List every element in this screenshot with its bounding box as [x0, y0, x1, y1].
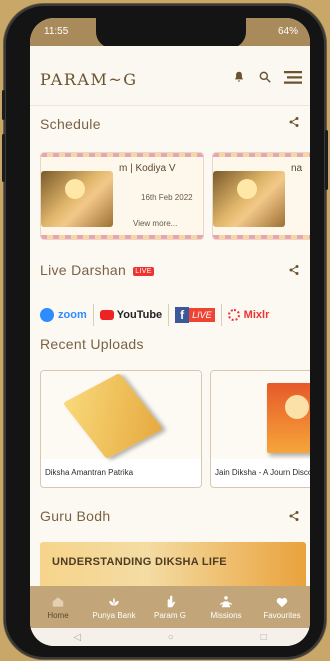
recents-icon[interactable]: □	[261, 632, 267, 643]
recent-uploads-title: Recent Uploads	[40, 336, 144, 352]
nav-label: Missions	[210, 610, 242, 620]
share-icon[interactable]	[288, 264, 300, 276]
search-icon[interactable]	[258, 70, 272, 84]
event-thumbnail	[213, 171, 285, 227]
upload-card[interactable]: Jain Diksha - A Journ Discovery	[210, 370, 310, 488]
event-title: na	[291, 163, 303, 174]
bell-icon[interactable]	[232, 70, 246, 84]
nav-param-g[interactable]: Param G	[142, 586, 198, 628]
heart-icon	[276, 597, 288, 607]
status-battery: 64%	[277, 26, 298, 37]
share-icon[interactable]	[288, 116, 300, 128]
youtube-link[interactable]: YouTube	[94, 304, 170, 326]
play-icon	[99, 310, 114, 320]
app-logo[interactable]: PARAM~G	[40, 70, 138, 89]
nav-favourites[interactable]: Favourites	[254, 586, 310, 628]
nav-label: Punya Bank	[92, 610, 136, 620]
live-darshan-label: Live Darshan	[40, 262, 127, 278]
book-cover-image	[41, 371, 201, 460]
guru-bodh-title: Guru Bodh	[40, 508, 111, 524]
hand-icon	[167, 595, 176, 607]
book-cover-image	[211, 371, 310, 459]
schedule-card[interactable]: m | Kodiya V 16th Feb 2022 View more...	[40, 152, 204, 240]
guru-bodh-banner[interactable]: UNDERSTANDING DIKSHA LIFE	[40, 542, 306, 590]
facebook-live-label: LIVE	[189, 308, 215, 322]
bottom-navigation: Home Punya Bank Param G Missions Favouri…	[30, 586, 310, 628]
facebook-link[interactable]: f LIVE	[169, 304, 222, 326]
zoom-link[interactable]: zoom	[30, 304, 94, 326]
home-circle-icon[interactable]: ○	[168, 632, 174, 643]
upload-title: Diksha Amantran Patrika	[45, 468, 134, 477]
nav-label: Favourites	[263, 610, 301, 620]
home-content: Schedule m | Kodiya V 16th Feb 2022 View…	[30, 106, 310, 590]
home-icon	[52, 596, 64, 607]
live-darshan-title: Live Darshan LIVE	[40, 262, 154, 278]
upload-card[interactable]: Diksha Amantran Patrika	[40, 370, 202, 488]
event-thumbnail	[41, 171, 113, 227]
share-icon[interactable]	[288, 510, 300, 522]
mixlr-link[interactable]: Mixlr	[222, 304, 276, 326]
volume-button	[2, 90, 5, 120]
meditation-icon	[219, 595, 233, 607]
event-title: m | Kodiya V	[119, 163, 176, 174]
event-date: 16th Feb 2022	[141, 193, 193, 202]
app-screen: 11:55 64% PARAM~G Schedule m | Kodiya V …	[30, 18, 310, 646]
status-time: 11:55	[44, 26, 69, 37]
facebook-icon: f	[175, 307, 190, 323]
nav-home[interactable]: Home	[30, 586, 86, 628]
app-header: PARAM~G	[30, 46, 310, 106]
camera-notch	[96, 18, 246, 48]
mixlr-label: Mixlr	[243, 309, 270, 321]
power-button	[325, 130, 328, 190]
system-navigation: ◁ ○ □	[30, 628, 310, 646]
schedule-card[interactable]: na	[212, 152, 310, 240]
nav-label: Param G	[153, 610, 186, 620]
live-platforms: zoom YouTube f LIVE Mixlr	[30, 302, 310, 328]
volume-button	[2, 134, 5, 182]
lotus-icon	[109, 596, 119, 605]
uploads-carousel[interactable]: Diksha Amantran Patrika Jain Diksha - A …	[40, 370, 310, 488]
schedule-carousel[interactable]: m | Kodiya V 16th Feb 2022 View more... …	[40, 152, 310, 240]
nav-punya-bank[interactable]: Punya Bank	[86, 586, 142, 628]
banner-text: UNDERSTANDING DIKSHA LIFE	[52, 556, 227, 568]
view-more-link[interactable]: View more...	[133, 219, 177, 228]
upload-title: Jain Diksha - A Journ Discovery	[215, 468, 310, 477]
schedule-title: Schedule	[40, 116, 101, 132]
youtube-label: YouTube	[116, 309, 163, 321]
camera-icon	[40, 308, 54, 322]
live-badge: LIVE	[133, 267, 154, 276]
menu-icon[interactable]	[284, 70, 302, 84]
nav-label: Home	[47, 610, 69, 620]
zoom-label: zoom	[58, 309, 87, 321]
mixlr-icon	[227, 309, 240, 321]
back-icon[interactable]: ◁	[73, 632, 81, 643]
header-actions	[232, 70, 302, 84]
nav-missions[interactable]: Missions	[198, 586, 254, 628]
